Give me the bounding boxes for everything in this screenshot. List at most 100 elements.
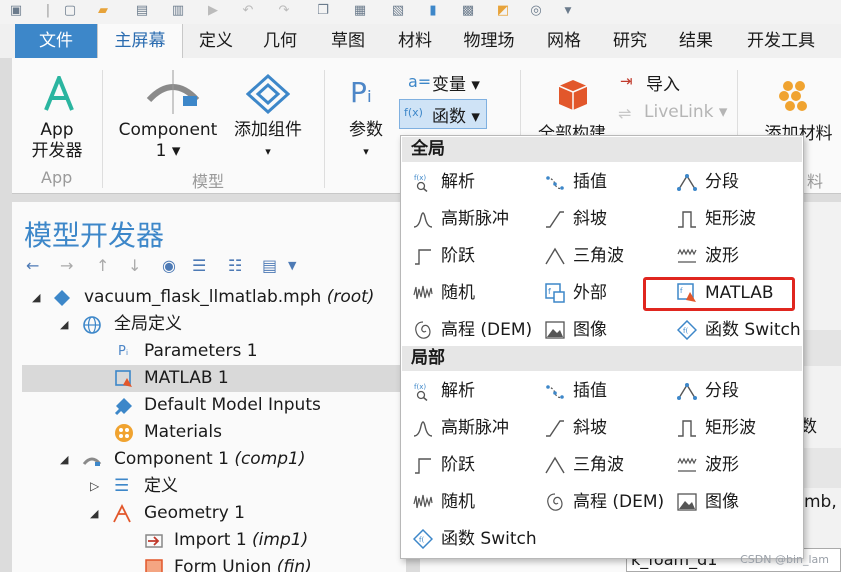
tab-developer[interactable]: 开发工具 — [740, 24, 822, 58]
app-builder-button[interactable]: App 开发器 — [22, 120, 92, 162]
menu-item-analytic[interactable]: f(x) 解析 — [413, 167, 533, 197]
tab-sketch[interactable]: 草图 — [322, 24, 374, 58]
tab-definitions[interactable]: 定义 — [190, 24, 242, 58]
redo-icon[interactable]: ↷ — [276, 2, 292, 20]
delete-icon[interactable]: ▮ — [425, 2, 441, 20]
collapse-all-icon[interactable]: ☰ — [192, 256, 206, 275]
svg-text:f(: f( — [419, 536, 424, 544]
open-folder-icon[interactable]: ▰ — [95, 2, 111, 20]
import-icon: ⇥ — [620, 72, 633, 90]
tab-physics[interactable]: 物理场 — [456, 24, 522, 58]
add-component-label-2: ▾ — [265, 145, 271, 158]
collapse-triangle-icon[interactable]: ◢ — [90, 500, 98, 527]
functions-button[interactable]: 函数 ▾ — [432, 102, 480, 127]
menu-item-label: 波形 — [705, 246, 739, 266]
tree-node-global-definitions[interactable]: ◢ 全局定义 — [22, 311, 402, 338]
menu-item-local-image[interactable]: 图像 — [677, 487, 797, 517]
move-down-icon[interactable]: ↓ — [128, 256, 141, 275]
clear-icon[interactable]: ◩ — [495, 2, 511, 20]
tab-geometry[interactable]: 几何 — [254, 24, 306, 58]
menu-item-step[interactable]: 阶跃 — [413, 241, 533, 271]
tab-study[interactable]: 研究 — [604, 24, 656, 58]
parameters-button[interactable]: 参数 ▾ — [338, 120, 394, 162]
customize-dropdown-icon[interactable]: ▼ — [560, 2, 576, 20]
menu-item-local-gaussian-pulse[interactable]: 高斯脉冲 — [413, 413, 533, 443]
menu-item-label: 函数 Switch — [705, 320, 801, 340]
menu-item-local-piecewise[interactable]: 分段 — [677, 376, 797, 406]
menu-item-triangle[interactable]: 三角波 — [545, 241, 665, 271]
save-icon[interactable]: ▤ — [134, 2, 150, 20]
add-component-button[interactable]: 添加组件 ▾ — [226, 120, 310, 162]
collapse-triangle-icon[interactable]: ◢ — [60, 311, 68, 338]
menu-item-random[interactable]: 随机 — [413, 278, 533, 308]
expand-triangle-icon[interactable]: ▷ — [90, 473, 99, 500]
tree-node-root[interactable]: ◢ vacuum_flask_llmatlab.mph (root) — [22, 284, 402, 311]
menu-item-label: 插值 — [573, 381, 607, 401]
back-arrow-icon[interactable]: ← — [26, 256, 39, 275]
form-union-icon — [145, 559, 163, 572]
collapse-triangle-icon[interactable]: ◢ — [32, 284, 40, 311]
menu-item-local-step[interactable]: 阶跃 — [413, 450, 533, 480]
menu-item-local-triangle[interactable]: 三角波 — [545, 450, 665, 480]
tree-node-default-model-inputs[interactable]: Default Model Inputs — [22, 392, 402, 419]
parameters-label-1: 参数 — [349, 120, 383, 140]
tree-node-form-union[interactable]: Form Union (fin) — [22, 554, 402, 572]
menu-item-rectangle[interactable]: 矩形波 — [677, 204, 797, 234]
menu-item-label: 函数 Switch — [441, 529, 537, 549]
run-icon[interactable]: ▶ — [205, 2, 221, 20]
tab-home[interactable]: 主屏幕 — [97, 24, 183, 58]
menu-item-local-analytic[interactable]: f(x) 解析 — [413, 376, 533, 406]
export-icon[interactable]: ▧ — [390, 2, 406, 20]
menu-item-waveform[interactable]: 波形 — [677, 241, 797, 271]
menu-item-gaussian-pulse[interactable]: 高斯脉冲 — [413, 204, 533, 234]
forward-arrow-icon[interactable]: → — [60, 256, 73, 275]
menu-item-local-ramp[interactable]: 斜坡 — [545, 413, 665, 443]
move-up-icon[interactable]: ↑ — [96, 256, 109, 275]
menu-item-switch[interactable]: f( 函数 Switch — [677, 315, 801, 345]
variables-button[interactable]: 变量 ▾ — [432, 70, 480, 95]
menu-item-label: 外部 — [573, 283, 607, 303]
menu-item-image[interactable]: 图像 — [545, 315, 665, 345]
livelink-button[interactable]: LiveLink ▾ — [644, 102, 727, 122]
menu-item-local-interpolation[interactable]: 插值 — [545, 376, 665, 406]
tab-results[interactable]: 结果 — [670, 24, 722, 58]
tree-node-definitions[interactable]: ▷ ☰ 定义 — [22, 473, 402, 500]
select-icon[interactable]: ▩ — [460, 2, 476, 20]
tab-mesh[interactable]: 网格 — [538, 24, 590, 58]
zoom-icon[interactable]: ◎ — [528, 2, 544, 20]
show-icon[interactable]: ◉ — [162, 256, 176, 275]
list-view-icon[interactable]: ▤ — [262, 256, 277, 275]
undo-icon[interactable]: ↶ — [240, 2, 256, 20]
tab-materials[interactable]: 材料 — [389, 24, 441, 58]
tree-node-geometry[interactable]: ◢ Geometry 1 — [22, 500, 402, 527]
menu-item-ramp[interactable]: 斜坡 — [545, 204, 665, 234]
app-icon[interactable]: ▣ — [8, 2, 24, 20]
tree-node-matlab[interactable]: MATLAB 1 — [22, 365, 402, 392]
import-button[interactable]: 导入 — [646, 70, 680, 95]
expand-all-icon[interactable]: ☷ — [228, 256, 242, 275]
paste-icon[interactable]: ▦ — [352, 2, 368, 20]
component-button[interactable]: Component 1 ▾ — [112, 120, 224, 162]
menu-item-piecewise[interactable]: 分段 — [677, 167, 797, 197]
tree-node-materials[interactable]: Materials — [22, 419, 402, 446]
menu-item-interpolation[interactable]: 插值 — [545, 167, 665, 197]
switch-function-icon: f( — [677, 320, 697, 340]
tab-file[interactable]: 文件 — [15, 24, 97, 58]
save-as-icon[interactable]: ▥ — [170, 2, 186, 20]
collapse-triangle-icon[interactable]: ◢ — [60, 446, 68, 473]
copy-icon[interactable]: ❐ — [315, 2, 331, 20]
tree-node-import[interactable]: Import 1 (imp1) — [22, 527, 402, 554]
menu-item-local-elevation-dem[interactable]: 高程 (DEM) — [545, 487, 675, 517]
menu-item-elevation-dem[interactable]: 高程 (DEM) — [413, 315, 543, 345]
tree-node-parameters[interactable]: Pᵢ Parameters 1 — [22, 338, 402, 365]
parameters-icon: Pᵢ — [118, 344, 129, 359]
definitions-icon: ☰ — [114, 476, 130, 496]
tree-node-component[interactable]: ◢ Component 1 (comp1) — [22, 446, 402, 473]
toolbar-dropdown-icon[interactable]: ▼ — [288, 259, 296, 272]
group-label-app: App — [41, 168, 73, 187]
menu-item-local-random[interactable]: 随机 — [413, 487, 533, 517]
new-file-icon[interactable]: ▢ — [62, 2, 78, 20]
menu-item-local-switch[interactable]: f( 函数 Switch — [413, 524, 543, 554]
menu-item-local-rectangle[interactable]: 矩形波 — [677, 413, 797, 443]
menu-item-local-waveform[interactable]: 波形 — [677, 450, 797, 480]
